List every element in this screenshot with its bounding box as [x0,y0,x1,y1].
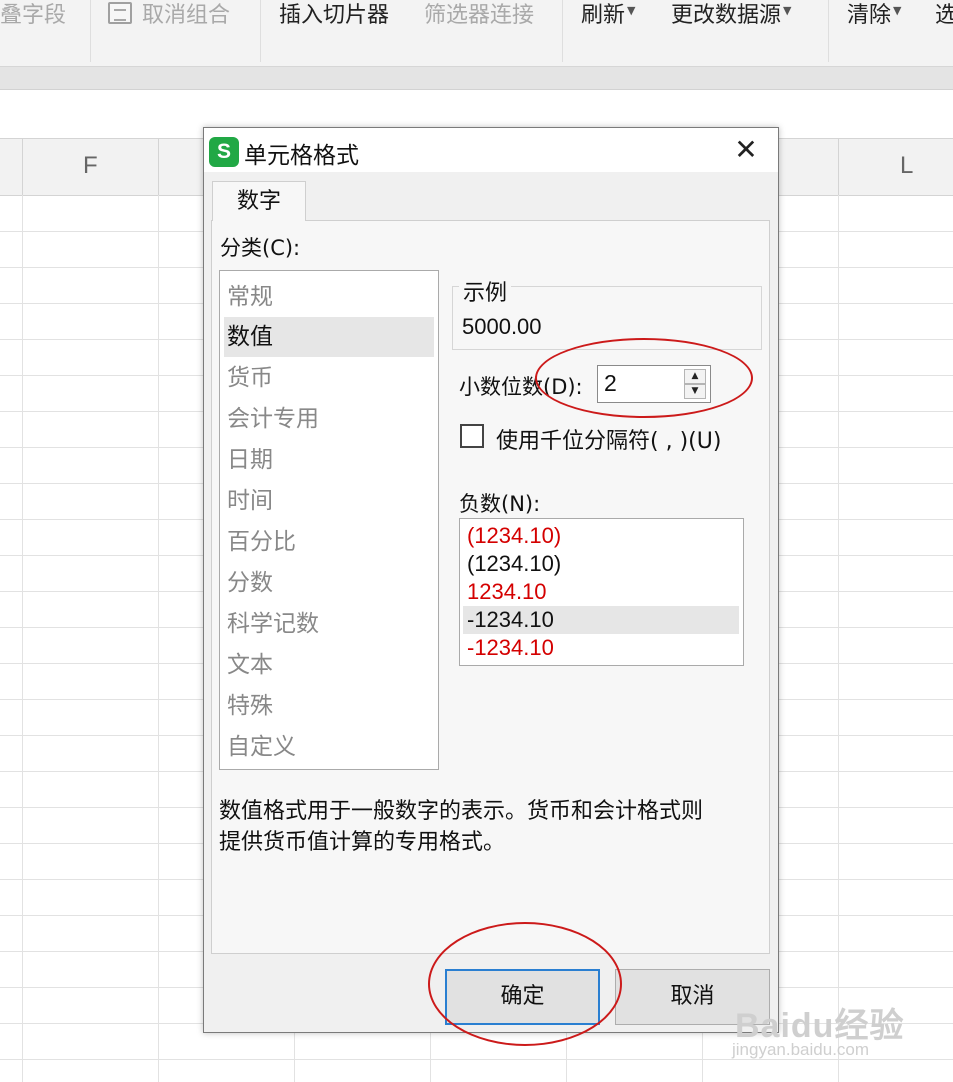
filter-connection-button[interactable]: 筛选器连接 [424,0,534,34]
column-header-f[interactable]: F [83,152,98,180]
negative-numbers-list[interactable]: (1234.10) (1234.10) 1234.10 -1234.10 -12… [459,518,744,666]
select-button[interactable]: 选 [935,0,953,34]
dialog-titlebar[interactable]: S 单元格格式 ✕ [204,128,778,172]
category-item-number[interactable]: 数值 [224,317,434,357]
sample-label: 示例 [459,275,512,307]
negative-option-selected[interactable]: -1234.10 [463,606,739,634]
ribbon-divider [562,0,563,62]
category-item-fraction[interactable]: 分数 [224,563,434,603]
change-data-source-label: 更改数据源 [671,3,782,28]
fold-field-label: 叠字段 [0,3,67,28]
wps-app-icon: S [209,137,239,167]
negative-option[interactable]: -1234.10 [463,634,739,662]
spin-up-icon[interactable]: ▲ [684,369,706,384]
description-line-2: 提供货币值计算的专用格式。 [219,830,506,855]
column-header-l[interactable]: L [900,152,913,180]
change-data-source-button[interactable]: 更改数据源 ▼ [671,0,791,34]
category-list[interactable]: 常规 数值 货币 会计专用 日期 时间 百分比 分数 科学记数 文本 特殊 自定… [219,270,439,770]
refresh-label: 刷新 [581,3,626,28]
ungroup-button[interactable]: 取消组合 [108,0,230,34]
thousands-separator-label[interactable]: 使用千位分隔符( , )(U) [496,423,721,455]
negative-numbers-label: 负数(N): [459,492,541,516]
ribbon-toolbar: 叠字段 取消组合 插入切片器 筛选器连接 刷新 ▼ 更改数据源 ▼ 清除 ▼ 选 [0,0,953,67]
ribbon-divider [828,0,829,62]
thousands-separator-checkbox[interactable] [460,424,484,448]
description-line-1: 数值格式用于一般数字的表示。货币和会计格式则 [219,799,704,824]
close-icon[interactable]: ✕ [728,132,764,168]
category-label: 分类(C): [220,236,301,260]
chevron-down-icon: ▼ [627,4,636,17]
sample-value: 5000.00 [462,314,542,339]
category-item-special[interactable]: 特殊 [224,686,434,726]
dialog-title: 单元格格式 [244,143,359,169]
chevron-down-icon: ▼ [783,4,792,17]
tab-number[interactable]: 数字 [212,181,306,221]
category-item-general[interactable]: 常规 [224,277,434,317]
insert-slicer-button[interactable]: 插入切片器 [279,0,389,34]
select-label: 选 [935,3,953,28]
category-description: 数值格式用于一般数字的表示。货币和会计格式则 提供货币值计算的专用格式。 [219,796,759,858]
category-item-currency[interactable]: 货币 [224,358,434,398]
decimal-places-label: 小数位数(D): [459,375,583,399]
category-item-date[interactable]: 日期 [224,440,434,480]
decimal-places-stepper[interactable]: 2 ▲ ▼ [597,365,711,403]
refresh-button[interactable]: 刷新 ▼ [581,0,635,34]
ungroup-label: 取消组合 [142,3,231,28]
negative-option[interactable]: (1234.10) [463,550,739,578]
filter-connection-label: 筛选器连接 [424,3,535,28]
category-item-accounting[interactable]: 会计专用 [224,399,434,439]
clear-button[interactable]: 清除 ▼ [847,0,901,34]
category-item-percentage[interactable]: 百分比 [224,522,434,562]
category-item-custom[interactable]: 自定义 [224,727,434,767]
spin-down-icon[interactable]: ▼ [684,384,706,399]
negative-option[interactable]: (1234.10) [463,522,739,550]
ribbon-divider [260,0,261,62]
format-cells-dialog: S 单元格格式 ✕ 数字 分类(C): 常规 数值 货币 会计专用 日期 时间 … [203,127,779,1033]
group-icon [108,2,132,24]
negative-option[interactable]: 1234.10 [463,578,739,606]
chevron-down-icon: ▼ [893,4,902,17]
category-item-text[interactable]: 文本 [224,645,434,685]
ribbon-divider [90,0,91,62]
cancel-button[interactable]: 取消 [615,969,770,1025]
clear-label: 清除 [847,3,892,28]
formula-bar-strip [0,67,953,90]
fold-field-button[interactable]: 叠字段 [0,0,66,34]
category-item-time[interactable]: 时间 [224,481,434,521]
decimal-places-value[interactable]: 2 [604,370,617,397]
category-item-scientific[interactable]: 科学记数 [224,604,434,644]
ok-button[interactable]: 确定 [445,969,600,1025]
insert-slicer-label: 插入切片器 [279,3,390,28]
